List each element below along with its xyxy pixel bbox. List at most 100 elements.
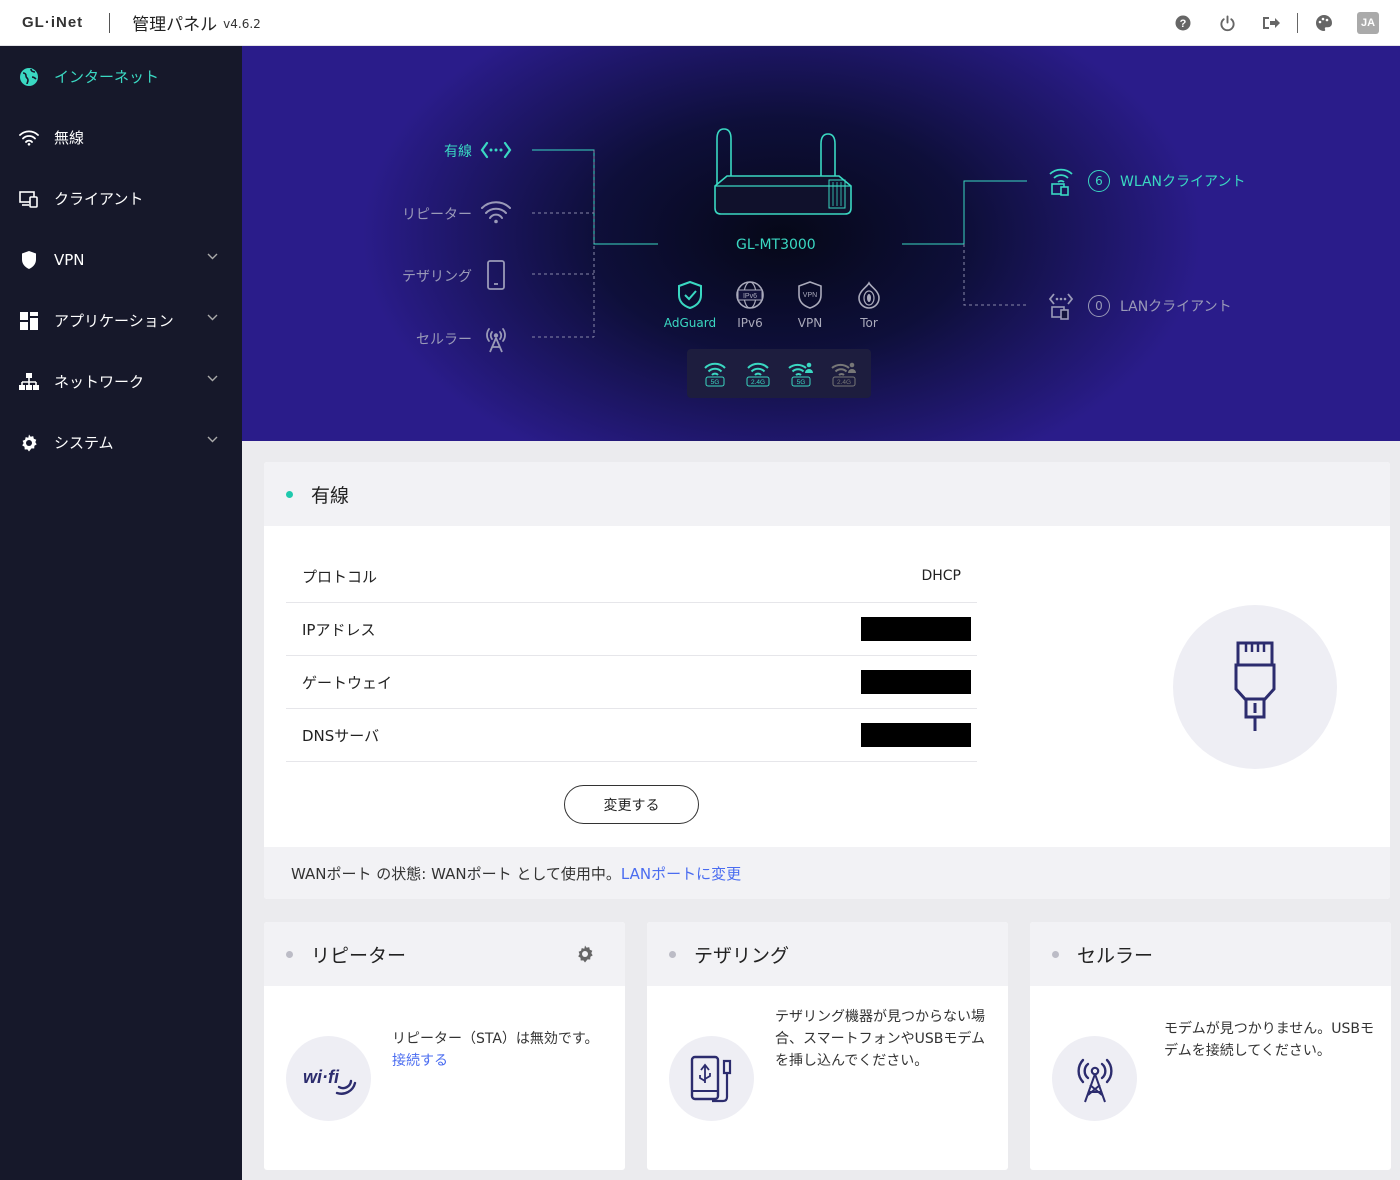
sidebar: インターネット 無線 クライアント VPN アプリケーション ネットワーク シス… (0, 46, 242, 1180)
service-vpn[interactable]: VPN VPN (780, 276, 840, 330)
sidebar-item-label: システム (54, 434, 114, 452)
lan-client-label: LANクライアント (1120, 299, 1232, 315)
row-key: ゲートウェイ (302, 673, 393, 692)
wan-status-text: WANポート の状態: WANポート として使用中。 (291, 864, 621, 883)
wlan-client-count: 6 (1088, 170, 1110, 192)
sidebar-item-network[interactable]: ネットワーク (0, 351, 242, 412)
repeater-card: リピーター wi·fi リピーター（STA）は無効です。 接続する (264, 922, 625, 1170)
repeater-body: wi·fi リピーター（STA）は無効です。 接続する (264, 986, 625, 1170)
tethering-illustration (669, 1036, 754, 1121)
svg-text:2.4G: 2.4G (836, 379, 850, 386)
sidebar-item-system[interactable]: システム (0, 412, 242, 473)
service-adguard[interactable]: AdGuard (660, 276, 720, 330)
help-icon[interactable]: ? (1161, 0, 1205, 46)
redacted-value (861, 670, 971, 694)
language-selector[interactable]: JA (1346, 0, 1390, 46)
svg-text:IPv6: IPv6 (743, 293, 757, 300)
theme-icon[interactable] (1302, 0, 1346, 46)
row-key: プロトコル (302, 567, 378, 586)
router-icon (714, 128, 852, 215)
service-label: AdGuard (663, 316, 717, 330)
source-cellular[interactable]: セルラー (416, 329, 472, 349)
svg-text:VPN: VPN (803, 292, 817, 299)
usb-phone-icon (690, 1055, 731, 1102)
cell-tower-icon (1076, 1058, 1113, 1102)
source-tethering[interactable]: テザリング (402, 266, 472, 286)
row-value: DHCP (921, 568, 961, 584)
lan-client-icon (1048, 293, 1074, 320)
tor-onion-icon (858, 281, 880, 309)
cell-tower-icon (486, 328, 506, 353)
repeater-title: リピーター (311, 944, 407, 967)
shield-icon (19, 250, 39, 270)
divider (109, 12, 111, 33)
sidebar-item-wireless[interactable]: 無線 (0, 107, 242, 168)
wifi-bands: 5G 2.4G 5G 2.4G (687, 349, 871, 398)
redacted-value (861, 617, 971, 641)
sidebar-item-applications[interactable]: アプリケーション (0, 290, 242, 351)
sidebar-item-label: アプリケーション (54, 312, 174, 330)
connect-link[interactable]: 接続する (392, 1053, 448, 1069)
vpn-shield-icon: VPN (798, 281, 822, 309)
wifi-24g-icon[interactable]: 2.4G (744, 360, 772, 388)
status-dot (669, 950, 676, 958)
cellular-card: セルラー モデムが見つかりません。USBモデムを接続してください。 (1030, 922, 1391, 1170)
sidebar-item-label: 無線 (54, 129, 85, 147)
service-tor[interactable]: Tor (839, 276, 899, 330)
topology-hero: 有線 リピーター テザリング セルラー GL-MT3000 AdGuard IP… (242, 46, 1400, 441)
info-row-dns: DNSサーバ (286, 709, 977, 762)
status-dot (1052, 950, 1059, 958)
tethering-message: テザリング機器が見つからない場合、スマートフォンやUSBモデムを挿し込んでくださ… (775, 1009, 986, 1069)
tethering-card-header: テザリング (647, 922, 1008, 986)
wlan-client-label: WLANクライアント (1120, 174, 1246, 190)
wlan-clients[interactable]: 6 WLANクライアント (1048, 166, 1245, 196)
source-wired[interactable]: 有線 (444, 141, 472, 161)
network-icon (19, 372, 39, 392)
guest-wifi-5g-icon[interactable]: 5G (787, 360, 815, 388)
tethering-body: テザリング機器が見つからない場合、スマートフォンやUSBモデムを挿し込んでくださ… (647, 986, 1008, 1170)
svg-text:?: ? (1180, 18, 1187, 30)
service-ipv6[interactable]: IPv6 IPv6 (720, 276, 780, 330)
top-actions: ? JA (1161, 0, 1390, 46)
chevron-down-icon (207, 314, 218, 321)
cellular-title: セルラー (1077, 944, 1154, 967)
svg-text:5G: 5G (796, 379, 805, 386)
divider (1297, 13, 1298, 33)
info-row-gateway: ゲートウェイ (286, 656, 977, 709)
source-repeater[interactable]: リピーター (402, 204, 472, 224)
brand-logo: GL·iNet (22, 14, 84, 31)
wlan-client-icon (1049, 168, 1073, 196)
row-key: DNSサーバ (302, 726, 380, 745)
sidebar-item-vpn[interactable]: VPN (0, 229, 242, 290)
tethering-card: テザリング テザリング機器が見つからない場合、スマートフォンやUSBモデムを挿し… (647, 922, 1008, 1170)
cellular-message: モデムが見つかりません。USBモデムを接続してください。 (1164, 1021, 1375, 1059)
sidebar-item-label: ネットワーク (54, 373, 145, 391)
ethernet-arrows-icon (480, 141, 512, 159)
wired-card: 有線 プロトコル DHCP IPアドレス ゲートウェイ DNSサーバ 変更する … (264, 462, 1390, 899)
wifi-illustration: wi·fi (286, 1036, 371, 1121)
sidebar-item-internet[interactable]: インターネット (0, 46, 242, 107)
wifi-5g-icon[interactable]: 5G (701, 360, 729, 388)
wifi-icon (19, 128, 39, 148)
sidebar-item-clients[interactable]: クライアント (0, 168, 242, 229)
adguard-icon (678, 280, 702, 310)
logout-icon[interactable] (1249, 0, 1293, 46)
sidebar-item-label: VPN (54, 250, 85, 269)
globe-icon (19, 67, 39, 87)
ipv6-globe-icon: IPv6 (736, 281, 764, 309)
apps-icon (19, 311, 39, 331)
chevron-down-icon (207, 253, 218, 260)
version-label: v4.6.2 (223, 17, 261, 31)
info-row-ip: IPアドレス (286, 603, 977, 656)
power-icon[interactable] (1205, 0, 1249, 46)
svg-text:wi·fi: wi·fi (303, 1067, 340, 1087)
change-button[interactable]: 変更する (564, 785, 699, 824)
language-badge: JA (1357, 12, 1379, 34)
wan-port-status: WANポート の状態: WANポート として使用中。 LANポートに変更 (264, 847, 1390, 899)
guest-wifi-24g-icon[interactable]: 2.4G (830, 360, 858, 388)
gear-icon[interactable] (575, 944, 595, 964)
switch-to-lan-link[interactable]: LANポートに変更 (621, 863, 741, 884)
devices-icon (19, 189, 39, 209)
phone-icon (487, 260, 505, 290)
lan-clients[interactable]: 0 LANクライアント (1048, 291, 1232, 321)
